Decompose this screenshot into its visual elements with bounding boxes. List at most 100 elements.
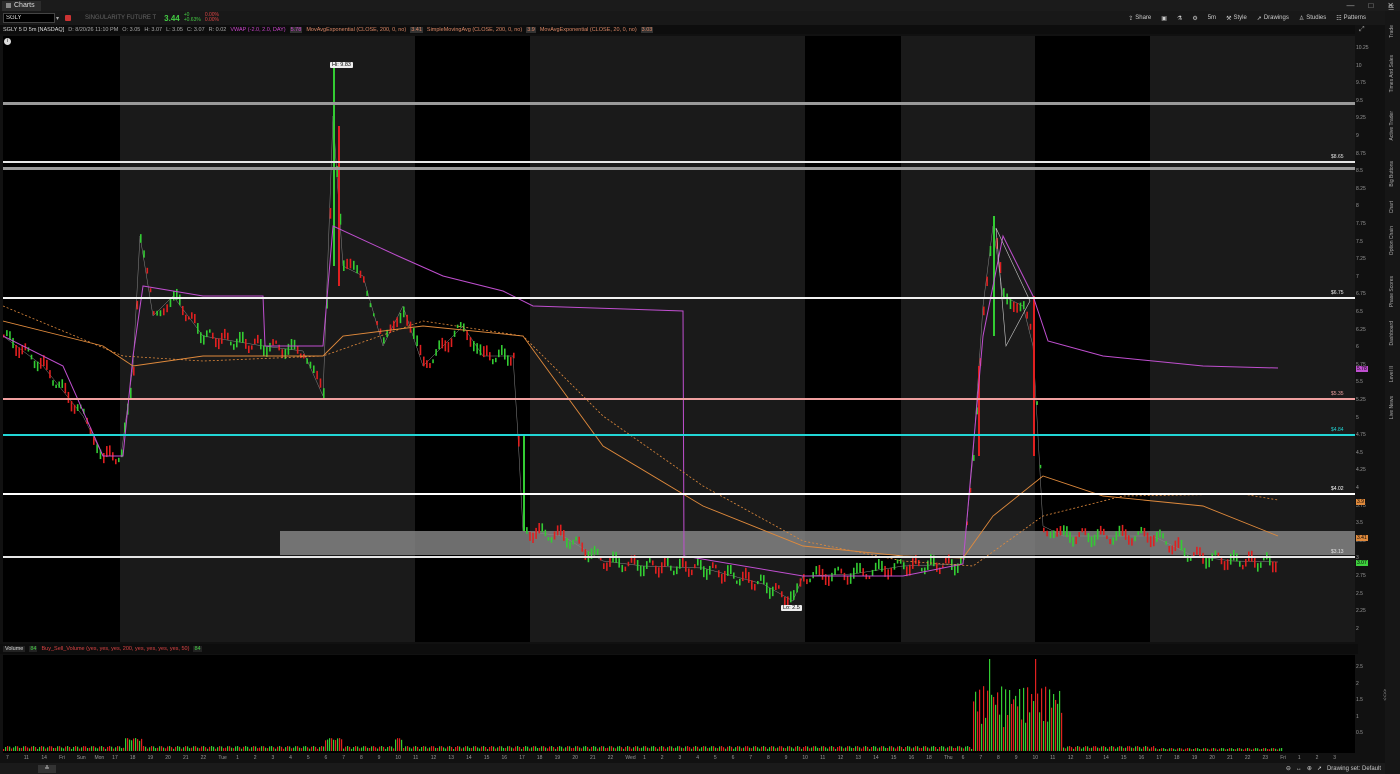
volume-bar	[283, 748, 285, 751]
side-tab[interactable]: Big Buttons	[1389, 161, 1395, 187]
side-tab[interactable]: Live News	[1389, 396, 1395, 419]
volume-bar	[841, 746, 843, 751]
volume-bar	[727, 746, 729, 751]
share-button[interactable]: ⇪ Share	[1128, 15, 1151, 22]
candle	[413, 328, 415, 339]
crosshair-icon[interactable]: ⊕	[1307, 765, 1312, 772]
side-tab[interactable]: Active Trader	[1389, 111, 1395, 140]
side-tab[interactable]: Phase Scores	[1389, 276, 1395, 307]
candle	[1143, 527, 1146, 537]
chart-toolbar: ▾ SINGULARITY FUTURE T 3.44 +0+0.63% 0.0…	[0, 11, 1400, 25]
level-line[interactable]	[3, 161, 1355, 163]
pan-icon[interactable]: ↔	[1296, 766, 1302, 772]
price-chart[interactable]: $8.65 $6.75 $5.35 $4.84 $4.02 $3.13 Hi: 9.83 …	[3, 36, 1355, 642]
drawings-button[interactable]: ➚ Drawings	[1257, 15, 1289, 22]
symbol-dropdown-icon[interactable]: ▾	[56, 15, 59, 22]
time-axis[interactable]: 7 11 14 Fri Sun Mon 17 18 19 20 21 22 Tue 1 2 3 4 5 6 7 8 9 10…	[0, 753, 1385, 763]
candle	[846, 575, 849, 585]
maximize-button[interactable]: □	[1368, 1, 1373, 10]
snapshot-button[interactable]: ▣	[1161, 15, 1167, 22]
settings-button[interactable]: ⚙	[1192, 15, 1197, 22]
minimize-button[interactable]: —	[1346, 1, 1354, 10]
volume-bar	[539, 747, 541, 751]
info-icon[interactable]: i	[4, 38, 11, 45]
ema20-study[interactable]: MovAvgExponential (CLOSE, 20, 0, no)	[540, 27, 637, 33]
side-tab[interactable]: Trade	[1389, 25, 1395, 38]
timeframe-button[interactable]: 5m	[1208, 15, 1216, 22]
volume-bar	[1235, 749, 1237, 751]
time-tick: 11	[413, 755, 419, 761]
side-tab[interactable]: Times And Sales	[1389, 55, 1395, 92]
candle	[912, 558, 914, 569]
alert-icon[interactable]	[65, 15, 72, 21]
symbol-input[interactable]	[3, 13, 55, 23]
volume-label[interactable]: Volume	[3, 646, 26, 652]
level-line[interactable]	[3, 434, 1355, 436]
level-line[interactable]	[3, 493, 1355, 495]
volume-bar	[591, 746, 593, 751]
buy-sell-volume-study[interactable]: Buy_Sell_Volume (yes, yes, yes, 200, yes…	[41, 646, 189, 652]
drag-handle-icon[interactable]: <<>>	[1381, 689, 1387, 701]
candle	[1245, 558, 1247, 567]
candle	[30, 354, 33, 360]
level-line[interactable]	[3, 167, 1355, 170]
time-tick: Tue	[218, 755, 227, 761]
volume-bar	[555, 748, 557, 751]
volume-bar	[81, 747, 83, 751]
volume-bar	[441, 746, 443, 751]
candle	[39, 357, 42, 369]
volume-bar	[1171, 748, 1173, 751]
candle	[359, 270, 362, 278]
vwap-study[interactable]: VWAP (-2.0, 2.0, DAY)	[230, 27, 285, 33]
zoom-icon[interactable]: ⊖	[1286, 765, 1291, 772]
volume-bar	[973, 701, 975, 751]
volume-bar	[345, 746, 347, 751]
volume-bar	[427, 748, 429, 751]
candle	[1063, 525, 1065, 536]
volume-bar	[919, 747, 921, 751]
time-tick: 9	[784, 755, 788, 761]
menu-icon[interactable]: ☰	[1388, 4, 1394, 12]
volume-bar	[821, 746, 823, 751]
candle	[828, 575, 830, 586]
candle	[840, 568, 843, 574]
volume-bar	[1265, 748, 1267, 751]
price-axis[interactable]: ⤢ 10.25 10 9.75 9.5 9.25 9 8.75 8.5 8.25 8 7.75 7.5…	[1355, 25, 1385, 645]
collapse-button[interactable]: ≚	[38, 764, 56, 773]
side-tab[interactable]: Chart	[1389, 201, 1395, 213]
candle	[254, 338, 256, 344]
candle	[618, 558, 620, 568]
volume-bar	[1075, 746, 1077, 751]
candle	[1029, 323, 1032, 330]
studies-button[interactable]: ♙ Studies	[1299, 15, 1326, 22]
drawing-set[interactable]: Drawing set: Default	[1327, 766, 1381, 772]
charts-tab[interactable]: Charts	[2, 0, 41, 11]
level-line[interactable]	[3, 398, 1355, 400]
candle	[236, 338, 238, 348]
candle	[156, 310, 158, 316]
expand-icon[interactable]: ⤢	[1359, 26, 1365, 34]
candle	[834, 568, 836, 575]
candle	[306, 358, 308, 364]
candle	[349, 258, 352, 269]
price-tag: 3.07	[1356, 560, 1368, 566]
sma200-study[interactable]: SimpleMovingAvg (CLOSE, 200, 0, no)	[427, 27, 522, 33]
level-line[interactable]	[3, 556, 1355, 558]
candle	[673, 570, 675, 576]
volume-bar	[923, 746, 925, 751]
ema200-study[interactable]: MovAvgExponential (CLOSE, 200, 0, no)	[306, 27, 406, 33]
volume-chart[interactable]	[3, 655, 1355, 753]
patterns-button[interactable]: ☷ Patterns	[1336, 15, 1366, 22]
candle	[191, 312, 193, 319]
level-line[interactable]	[3, 297, 1355, 299]
side-tab[interactable]: Dashboard	[1389, 321, 1395, 345]
volume-bar	[393, 748, 395, 751]
flask-button[interactable]: ⚗	[1177, 15, 1182, 22]
side-tab[interactable]: Level II	[1389, 366, 1395, 382]
style-button[interactable]: ⚒ Style	[1226, 15, 1247, 22]
level-line[interactable]	[3, 102, 1355, 105]
pointer-icon[interactable]: ➚	[1317, 765, 1322, 772]
volume-bar	[421, 747, 423, 751]
time-tick: 16	[908, 755, 915, 761]
side-tab[interactable]: Option Chain	[1389, 226, 1395, 255]
